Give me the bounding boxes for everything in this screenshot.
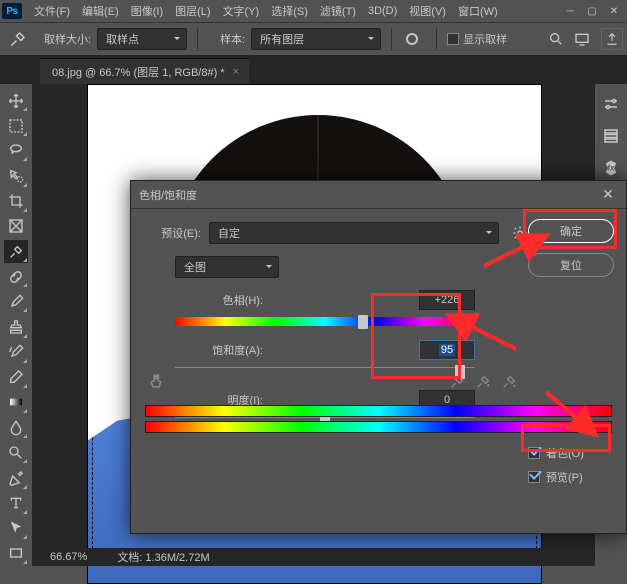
hue-label: 色相(H):: [175, 292, 263, 308]
dodge-tool-icon[interactable]: [4, 441, 28, 464]
eraser-tool-icon[interactable]: [4, 366, 28, 389]
menu-image[interactable]: 图像(I): [125, 1, 169, 21]
spectrum-bar-bottom: [145, 421, 612, 433]
sample-source-label: 样本:: [220, 31, 245, 47]
dialog-body: 预设(E): 自定 全图 色相(H): +226 饱和度(A): 95: [131, 209, 626, 447]
pen-tool-icon[interactable]: [4, 466, 28, 489]
eyedropper-set-icon[interactable]: [448, 373, 466, 391]
options-divider-2: [391, 28, 392, 50]
menu-type[interactable]: 文字(Y): [217, 1, 266, 21]
status-bar: 66.67% 文档: 1.36M/2.72M: [40, 548, 589, 566]
rectangle-tool-icon[interactable]: [4, 542, 28, 565]
tools-panel: [0, 84, 32, 566]
options-bar: 取样大小: 取样点 样本: 所有图层 显示取样: [0, 22, 627, 56]
menu-file[interactable]: 文件(F): [28, 1, 76, 21]
options-divider: [197, 28, 198, 50]
spectrum-bar-top: [145, 405, 612, 417]
menu-3d[interactable]: 3D(D): [362, 3, 403, 19]
document-tab[interactable]: 08.jpg @ 66.7% (图层 1, RGB/8#) * ×: [40, 58, 249, 84]
history-brush-tool-icon[interactable]: [4, 341, 28, 364]
marquee-tool-icon[interactable]: [4, 114, 28, 137]
menu-filter[interactable]: 滤镜(T): [314, 1, 362, 21]
search-icon[interactable]: [545, 28, 567, 50]
gradient-tool-icon[interactable]: [4, 391, 28, 414]
path-select-tool-icon[interactable]: [4, 517, 28, 540]
menu-bar: Ps 文件(F) 编辑(E) 图像(I) 图层(L) 文字(Y) 选择(S) 滤…: [0, 0, 627, 22]
reset-button[interactable]: 复位: [528, 253, 614, 277]
document-info[interactable]: 文档: 1.36M/2.72M: [117, 549, 209, 565]
show-sample-label: 显示取样: [463, 31, 507, 47]
preview-label: 预览(P): [546, 469, 583, 485]
close-tab-icon[interactable]: ×: [233, 66, 239, 78]
close-icon[interactable]: ✕: [598, 186, 618, 203]
eyedropper-tool-icon[interactable]: [4, 240, 28, 263]
eyedropper-add-icon[interactable]: [474, 373, 492, 391]
eyedropper-group: [448, 373, 518, 391]
blur-tool-icon[interactable]: [4, 416, 28, 439]
hue-slider[interactable]: [175, 317, 475, 327]
dialog-titlebar[interactable]: 色相/饱和度 ✕: [131, 181, 626, 209]
scrubby-hand-icon[interactable]: [147, 371, 167, 391]
quick-select-tool-icon[interactable]: [4, 164, 28, 187]
preset-label: 预设(E):: [145, 225, 201, 241]
sample-size-label: 取样大小:: [44, 31, 91, 47]
window-maximize[interactable]: ▢: [581, 6, 603, 17]
lasso-tool-icon[interactable]: [4, 139, 28, 162]
eyedropper-subtract-icon[interactable]: [500, 373, 518, 391]
svg-text:fx: fx: [608, 163, 615, 172]
dialog-title-label: 色相/饱和度: [139, 187, 197, 203]
stamp-tool-icon[interactable]: [4, 315, 28, 338]
window-close[interactable]: ✕: [603, 6, 625, 17]
window-minimize[interactable]: ─: [559, 6, 581, 17]
dialog-buttons: 确定 复位 着色(O) 预览(P): [528, 219, 614, 485]
colorize-label: 着色(O): [546, 445, 584, 461]
type-tool-icon[interactable]: [4, 492, 28, 515]
panel-properties-icon[interactable]: [599, 124, 623, 148]
show-sample-checkbox[interactable]: [447, 33, 459, 45]
options-divider-3: [436, 28, 437, 50]
hue-input[interactable]: +226: [419, 290, 475, 310]
crop-tool-icon[interactable]: [4, 190, 28, 213]
share-icon[interactable]: [601, 28, 623, 50]
brush-tool-icon[interactable]: [4, 290, 28, 313]
colorize-checkbox[interactable]: [528, 447, 540, 459]
saturation-input[interactable]: 95: [419, 340, 475, 360]
hue-saturation-dialog: 色相/饱和度 ✕ 预设(E): 自定 全图 色相(H): +226: [130, 180, 627, 534]
menu-select[interactable]: 选择(S): [265, 1, 314, 21]
zoom-level[interactable]: 66.67%: [50, 551, 87, 563]
menu-window[interactable]: 窗口(W): [452, 1, 504, 21]
saturation-label: 饱和度(A):: [175, 342, 263, 358]
menu-layer[interactable]: 图层(L): [169, 1, 216, 21]
active-tool-eyedropper-icon[interactable]: [4, 28, 32, 50]
panel-adjustments-icon[interactable]: [599, 92, 623, 116]
sample-source-select[interactable]: 所有图层: [251, 28, 381, 50]
sample-ring-icon[interactable]: [402, 29, 422, 49]
screen-mode-icon[interactable]: [571, 28, 593, 50]
healing-tool-icon[interactable]: [4, 265, 28, 288]
document-tab-label: 08.jpg @ 66.7% (图层 1, RGB/8#) *: [52, 64, 225, 80]
document-tab-row: 08.jpg @ 66.7% (图层 1, RGB/8#) * ×: [0, 56, 627, 84]
move-tool-icon[interactable]: [4, 89, 28, 112]
panel-styles-icon[interactable]: fx: [599, 156, 623, 180]
preset-select[interactable]: 自定: [209, 222, 499, 244]
ok-button[interactable]: 确定: [528, 219, 614, 243]
app-logo: Ps: [2, 3, 22, 19]
spectrum-bars: [145, 405, 612, 437]
sample-size-select[interactable]: 取样点: [97, 28, 187, 50]
frame-tool-icon[interactable]: [4, 215, 28, 238]
preview-checkbox[interactable]: [528, 471, 540, 483]
gear-icon[interactable]: [511, 224, 529, 242]
saturation-slider[interactable]: [175, 367, 475, 377]
menu-view[interactable]: 视图(V): [403, 1, 452, 21]
menu-edit[interactable]: 编辑(E): [76, 1, 125, 21]
channel-select[interactable]: 全图: [175, 256, 279, 278]
